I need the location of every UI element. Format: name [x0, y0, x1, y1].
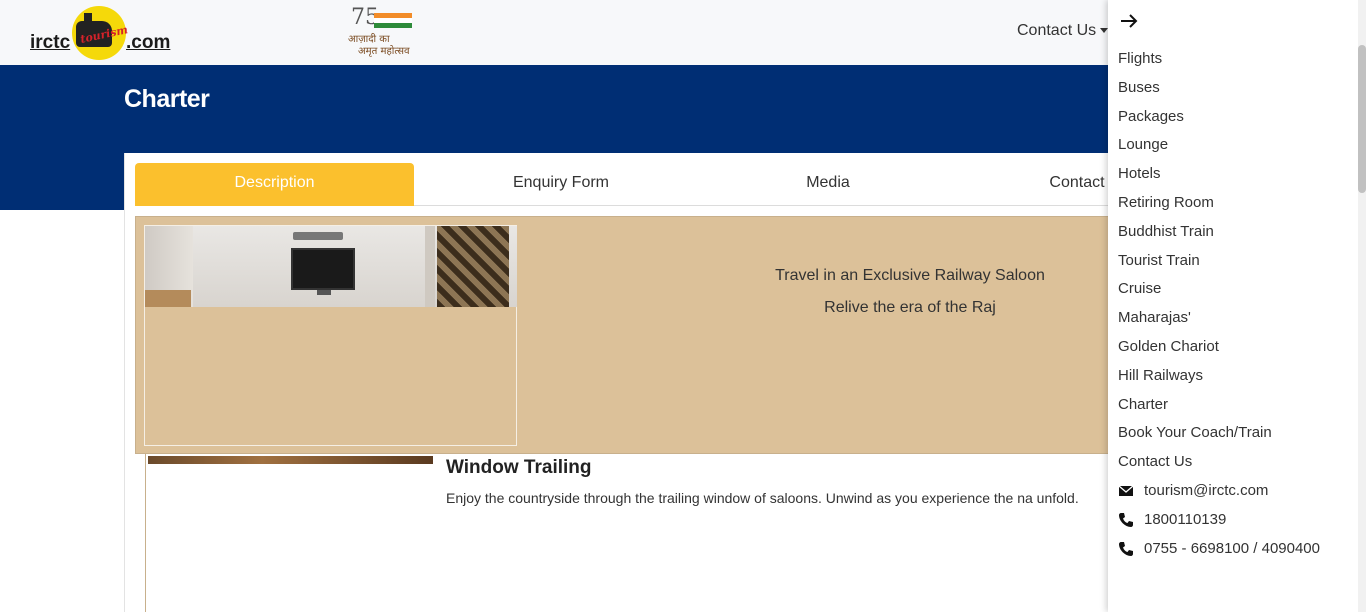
tab-description[interactable]: Description: [135, 163, 414, 206]
feature-text: Enjoy the countryside through the traili…: [446, 490, 1079, 506]
azadi-ka-amrit-mahotsav-logo: 75 आज़ादी का अमृत महोत्सव: [346, 5, 426, 59]
saloon-interior-image: [145, 226, 517, 307]
menu-item-book-your-coach[interactable]: Book Your Coach/Train: [1118, 424, 1272, 441]
page-scrollbar[interactable]: [1358, 0, 1366, 612]
menu-item-flights[interactable]: Flights: [1118, 50, 1162, 67]
menu-item-retiring-room[interactable]: Retiring Room: [1118, 194, 1214, 211]
logo-emblem: tourism: [72, 6, 129, 60]
arrow-right-icon[interactable]: [1118, 10, 1140, 32]
page-title: Charter: [124, 85, 210, 113]
contact-phone-value: 1800110139: [1144, 511, 1227, 528]
envelope-icon: [1118, 483, 1134, 499]
menu-item-contact-us[interactable]: Contact Us: [1118, 453, 1192, 470]
menu-item-golden-chariot[interactable]: Golden Chariot: [1118, 338, 1219, 355]
intro-line-1: Travel in an Exclusive Railway Saloon: [775, 267, 1045, 284]
contact-us-label: Contact Us: [1017, 22, 1097, 39]
content-card: Description Enquiry Form Media Contact T…: [124, 153, 1125, 612]
menu-item-cruise[interactable]: Cruise: [1118, 280, 1161, 297]
tv-icon: [291, 248, 355, 295]
menu-item-charter[interactable]: Charter: [1118, 396, 1168, 413]
phone-icon: [1118, 541, 1134, 557]
tab-enquiry-form[interactable]: Enquiry Form: [427, 163, 695, 206]
phone-icon: [1118, 512, 1134, 528]
menu-item-hill-railways[interactable]: Hill Railways: [1118, 367, 1203, 384]
scrollbar-thumb[interactable]: [1358, 45, 1366, 193]
logo-text-right: .com: [126, 32, 171, 53]
menu-item-packages[interactable]: Packages: [1118, 108, 1184, 125]
feature-image: [148, 456, 433, 464]
menu-item-buddhist-train[interactable]: Buddhist Train: [1118, 223, 1214, 240]
contact-office-value: 0755 - 6698100 / 4090400: [1144, 540, 1320, 557]
logo-text-left: irctc: [30, 32, 71, 53]
side-menu: Flights Buses Packages Lounge Hotels Ret…: [1108, 0, 1358, 612]
menu-item-lounge[interactable]: Lounge: [1118, 136, 1168, 153]
tab-media[interactable]: Media: [695, 163, 961, 206]
caret-down-icon: [1100, 28, 1109, 34]
feature-title: Window Trailing: [446, 457, 592, 478]
tab-bar: Description Enquiry Form Media Contact: [135, 163, 1125, 206]
menu-item-buses[interactable]: Buses: [1118, 79, 1160, 96]
flag-icon: [374, 13, 412, 29]
contact-us-dropdown[interactable]: Contact Us: [1017, 22, 1109, 40]
intro-panel: Travel in an Exclusive Railway Saloon Re…: [135, 216, 1125, 454]
menu-item-hotels[interactable]: Hotels: [1118, 165, 1161, 182]
azadi-text-line2: अमृत महोत्सव: [358, 46, 410, 57]
intro-line-2: Relive the era of the Raj: [824, 299, 996, 316]
saloon-photo: [144, 225, 517, 446]
menu-item-maharajas[interactable]: Maharajas': [1118, 309, 1191, 326]
contact-email-value: tourism@irctc.com: [1144, 482, 1269, 499]
irctc-tourism-logo[interactable]: irctc tourism .com: [28, 6, 173, 60]
feature-window-trailing: Window Trailing Enjoy the countryside th…: [145, 454, 1125, 612]
menu-item-tourist-train[interactable]: Tourist Train: [1118, 252, 1200, 269]
